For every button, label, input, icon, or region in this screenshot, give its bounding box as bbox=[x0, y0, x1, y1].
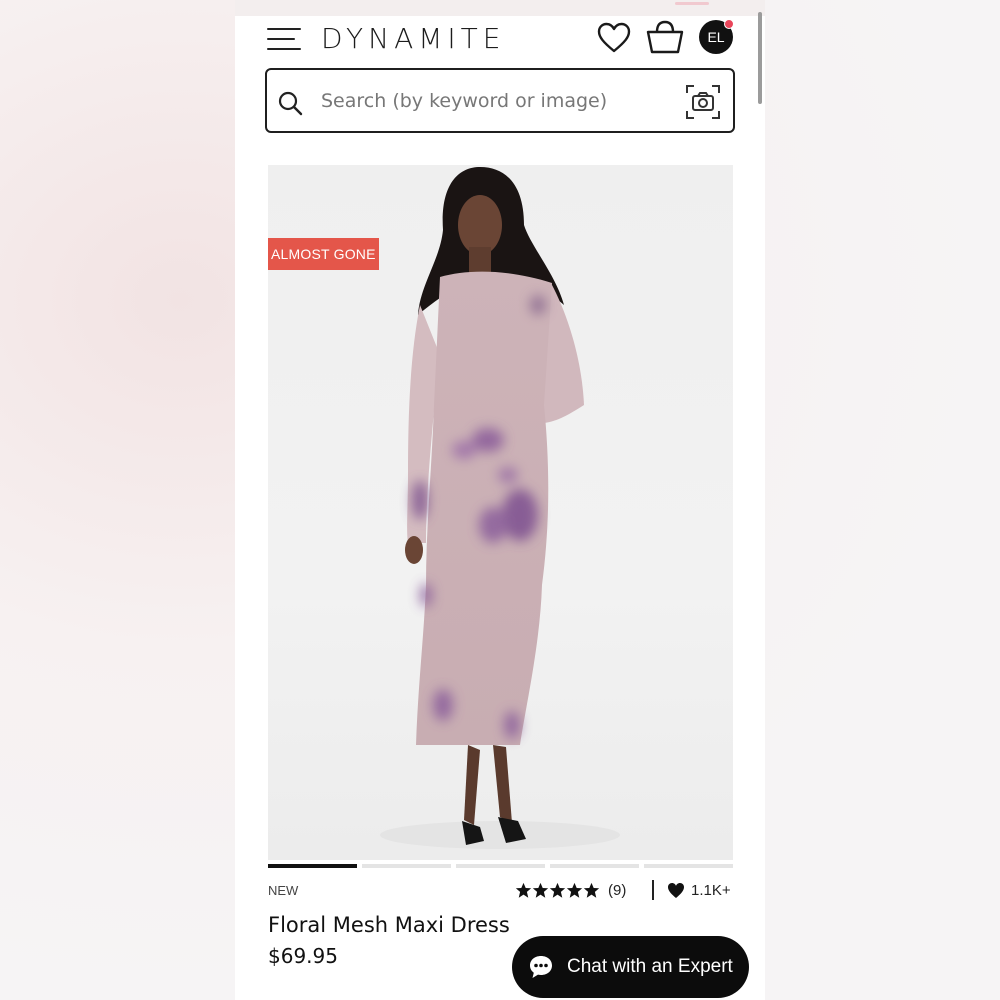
heart-icon bbox=[597, 22, 631, 53]
product-tag: NEW bbox=[268, 883, 299, 898]
avatar-initials: EL bbox=[707, 29, 725, 45]
site-header: DYNAMITE EL bbox=[235, 16, 765, 66]
status-badge: ALMOST GONE bbox=[268, 238, 379, 270]
star-icon bbox=[566, 882, 583, 898]
chat-label: Chat with an Expert bbox=[567, 956, 733, 977]
camera-icon[interactable] bbox=[685, 84, 721, 120]
chat-bubble-icon bbox=[530, 956, 552, 978]
top-indicator bbox=[675, 2, 709, 5]
star-icon bbox=[515, 882, 532, 898]
pagination-dot[interactable] bbox=[456, 864, 545, 868]
product-price: $69.95 bbox=[268, 944, 338, 968]
brand-logo[interactable]: DYNAMITE bbox=[321, 22, 505, 55]
menu-icon[interactable] bbox=[267, 28, 301, 50]
notification-dot bbox=[724, 19, 734, 29]
product-rating[interactable]: (9) bbox=[515, 878, 626, 902]
search-input[interactable] bbox=[319, 84, 673, 118]
wishlist-button[interactable] bbox=[597, 22, 631, 54]
account-avatar[interactable]: EL bbox=[699, 19, 734, 54]
pagination-dot[interactable] bbox=[550, 864, 639, 868]
likes-counter[interactable]: 1.1K+ bbox=[667, 878, 731, 902]
heart-icon bbox=[668, 882, 684, 898]
image-pagination[interactable] bbox=[268, 864, 733, 869]
pagination-dot[interactable] bbox=[362, 864, 451, 868]
star-icon bbox=[583, 882, 600, 898]
meta-divider bbox=[652, 880, 654, 900]
search-icon[interactable] bbox=[277, 90, 303, 116]
mobile-page: DYNAMITE EL Search (by keyword or image)… bbox=[235, 0, 765, 1000]
star-icon bbox=[532, 882, 549, 898]
search-bar[interactable] bbox=[265, 68, 735, 133]
cart-button[interactable] bbox=[645, 20, 685, 54]
product-title[interactable]: Floral Mesh Maxi Dress bbox=[268, 913, 510, 937]
pagination-dot[interactable] bbox=[644, 864, 733, 868]
pagination-dot[interactable] bbox=[268, 864, 357, 868]
star-icon bbox=[549, 882, 566, 898]
top-strip bbox=[235, 0, 765, 16]
likes-count: 1.1K+ bbox=[691, 881, 731, 899]
chat-button[interactable]: Chat with an Expert bbox=[512, 936, 749, 998]
shopping-bag-icon bbox=[646, 20, 684, 54]
review-count: (9) bbox=[608, 881, 627, 899]
